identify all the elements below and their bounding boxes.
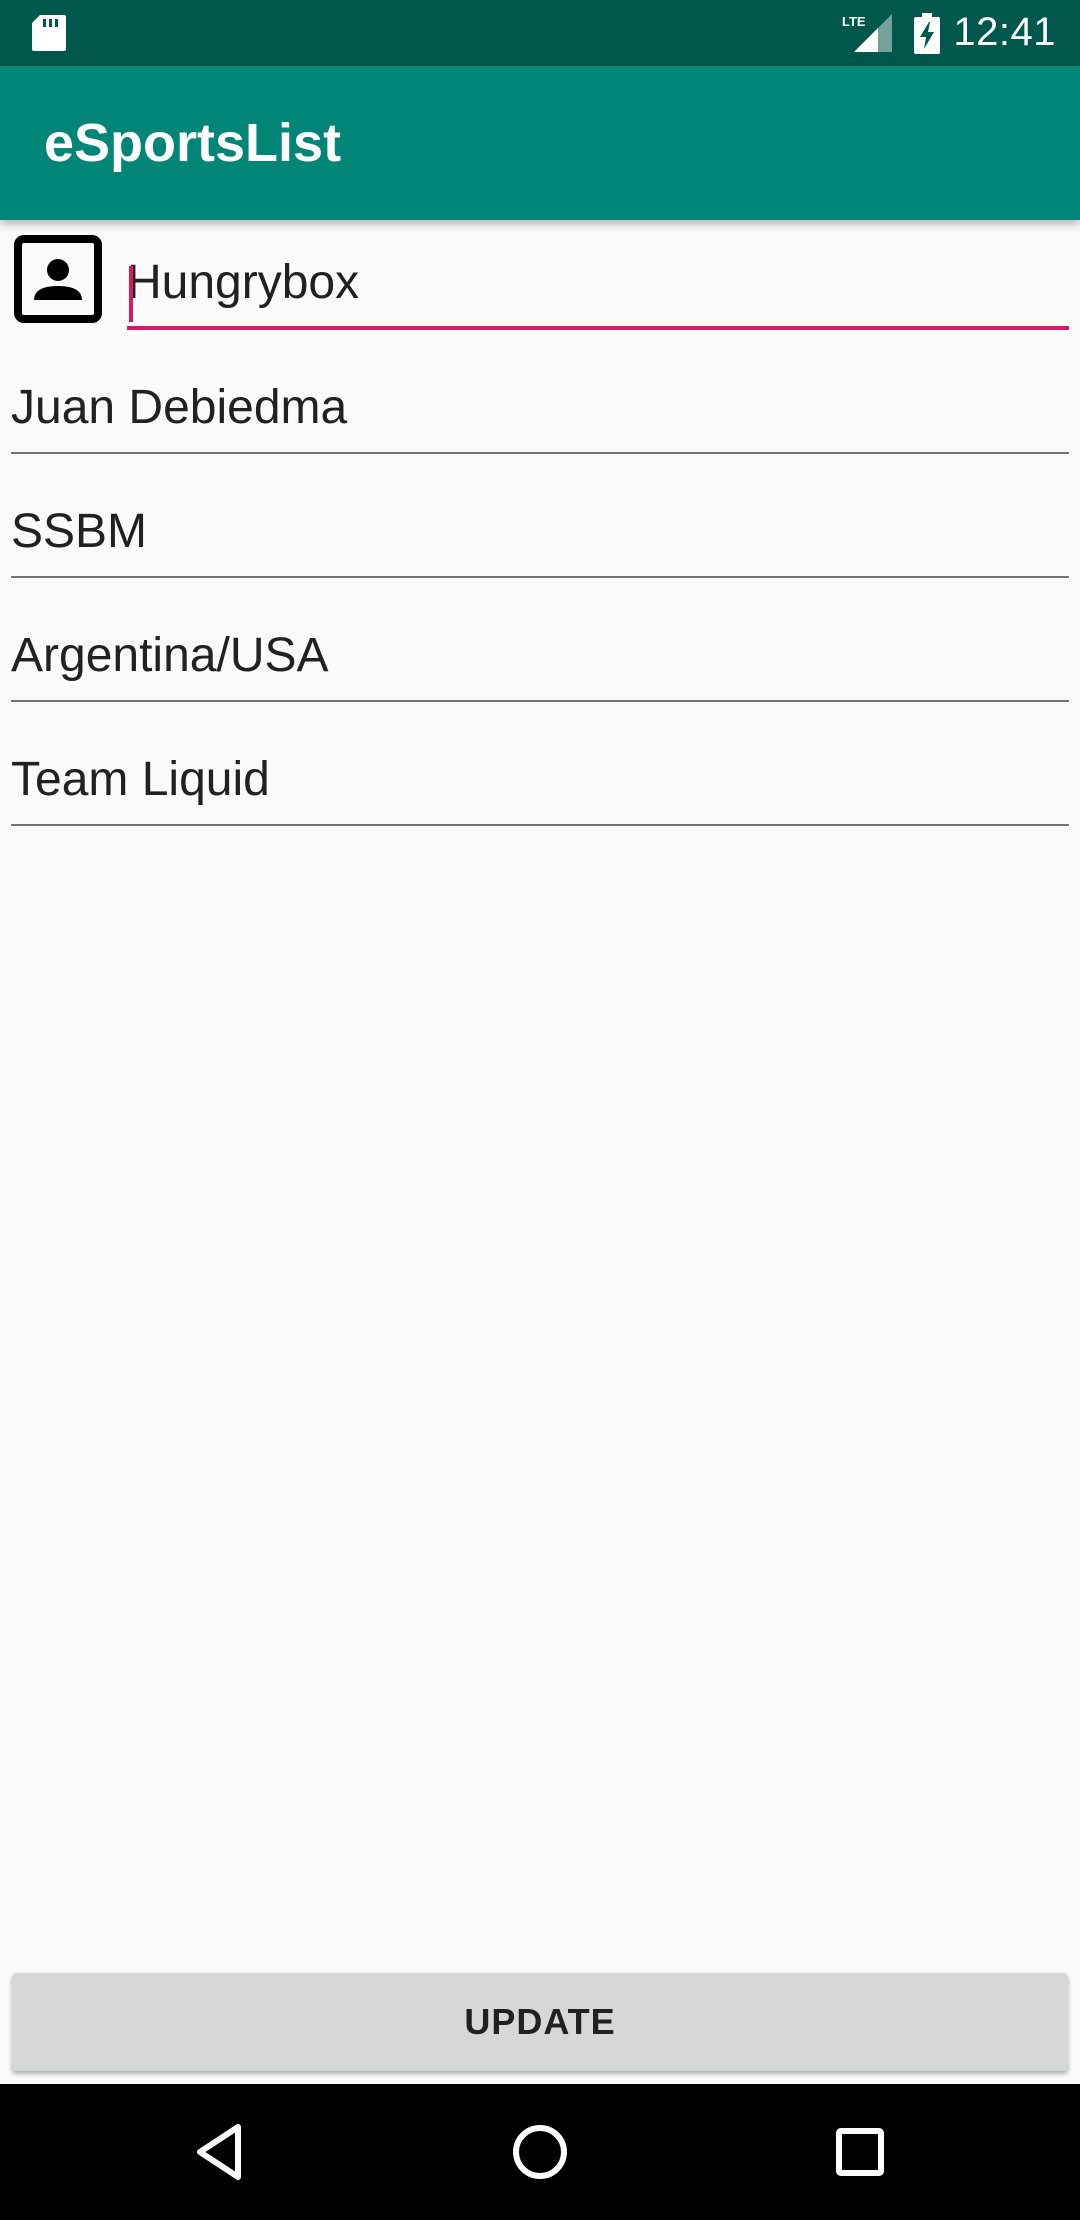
recents-icon[interactable] (829, 2121, 891, 2183)
team-field[interactable] (11, 736, 1069, 826)
game-field[interactable] (11, 488, 1069, 578)
lte-signal-icon: LTE (842, 14, 892, 52)
game-input[interactable] (11, 488, 1069, 576)
update-button[interactable]: UPDATE (12, 1973, 1068, 2071)
home-icon[interactable] (509, 2121, 571, 2183)
player-tag-field[interactable] (127, 240, 1069, 330)
navigation-bar (0, 2084, 1080, 2220)
real-name-input[interactable] (11, 364, 1069, 452)
app-bar: eSportsList (0, 66, 1080, 220)
back-icon[interactable] (190, 2121, 252, 2183)
battery-charging-icon (914, 13, 940, 54)
player-tag-input[interactable] (127, 240, 1069, 326)
status-clock: 12:41 (953, 10, 1056, 54)
country-input[interactable] (11, 612, 1069, 700)
sd-card-icon (32, 15, 66, 51)
country-field[interactable] (11, 612, 1069, 702)
svg-text:LTE: LTE (842, 14, 866, 29)
text-cursor (129, 266, 133, 322)
real-name-field[interactable] (11, 364, 1069, 454)
edit-form: UPDATE (0, 220, 1080, 2084)
app-title: eSportsList (44, 113, 342, 173)
status-bar: LTE 12:41 (0, 0, 1080, 66)
contact-card-icon (14, 235, 102, 323)
team-input[interactable] (11, 736, 1069, 824)
